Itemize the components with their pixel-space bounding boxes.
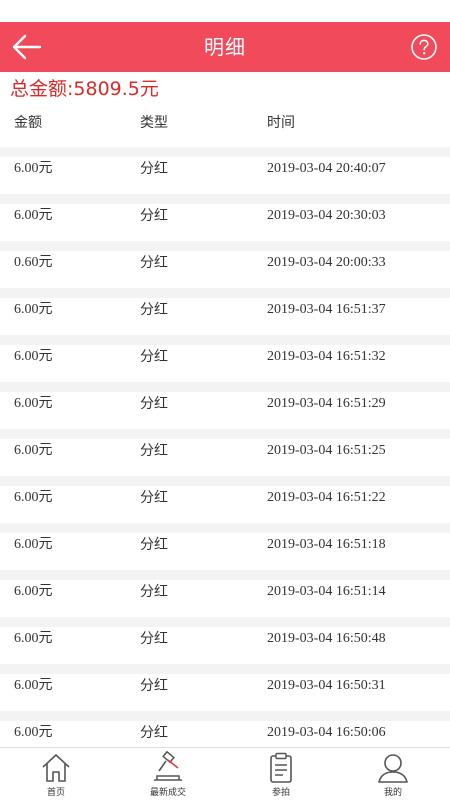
row-time: 2019-03-04 16:50:06: [267, 725, 386, 740]
tab-home[interactable]: 首页: [0, 748, 112, 800]
row-amount: 6.00元: [14, 396, 53, 411]
clipboard-icon: [264, 751, 298, 785]
row-divider: [0, 382, 450, 392]
column-headers: 金额 类型 时间: [0, 110, 450, 136]
tab-home-label: 首页: [46, 788, 65, 798]
list-item: 6.00元 分红 2019-03-04 16:51:14: [0, 570, 450, 617]
row-time: 2019-03-04 20:30:03: [267, 208, 386, 223]
row-type: 分红: [140, 678, 168, 694]
row-divider: [0, 241, 450, 251]
column-header-type: 类型: [140, 115, 168, 131]
page-title: 明细: [204, 35, 246, 59]
row-time: 2019-03-04 16:51:25: [267, 443, 386, 458]
row-time: 2019-03-04 16:51:14: [267, 584, 386, 599]
row-time: 2019-03-04 16:50:31: [267, 678, 386, 693]
row-amount: 6.00元: [14, 584, 53, 599]
row-divider: [0, 570, 450, 580]
row-type: 分红: [140, 631, 168, 647]
tab-latest-deals[interactable]: 最新成交: [112, 748, 224, 800]
row-divider: [0, 194, 450, 204]
detail-screen: 明细 总金额:5809.5元 金额 类型 时间 6.00元 分红 2019-03-0…: [0, 0, 450, 800]
row-type: 分红: [140, 302, 168, 318]
tab-join-auction-label: 参拍: [271, 788, 290, 798]
status-bar: [0, 0, 450, 22]
tab-join-auction[interactable]: 参拍: [225, 748, 337, 800]
list-item: 6.00元 分红 2019-03-04 20:40:07: [0, 147, 450, 194]
row-time: 2019-03-04 20:40:07: [267, 161, 386, 176]
row-divider: [0, 523, 450, 533]
row-type: 分红: [140, 490, 168, 506]
question-circle-icon: [410, 33, 438, 61]
row-amount: 6.00元: [14, 443, 53, 458]
list-item: 6.00元 分红 2019-03-04 16:51:22: [0, 476, 450, 523]
row-type: 分红: [140, 396, 168, 412]
help-button[interactable]: [410, 33, 438, 61]
column-header-time: 时间: [267, 115, 295, 131]
tab-latest-deals-label: 最新成交: [149, 788, 186, 798]
total-amount: 总金额:5809.5元: [10, 78, 159, 100]
row-time: 2019-03-04 20:00:33: [267, 255, 386, 270]
row-type: 分红: [140, 584, 168, 600]
list-item: 0.60元 分红 2019-03-04 20:00:33: [0, 241, 450, 288]
tab-mine-label: 我的: [383, 788, 402, 798]
row-amount: 6.00元: [14, 631, 53, 646]
list-item: 6.00元 分红 2019-03-04 16:51:25: [0, 429, 450, 476]
row-amount: 0.60元: [14, 255, 53, 270]
row-divider: [0, 429, 450, 439]
row-type: 分红: [140, 349, 168, 365]
user-icon: [376, 751, 410, 785]
list-item: 6.00元 分红 2019-03-04 20:30:03: [0, 194, 450, 241]
row-time: 2019-03-04 16:51:22: [267, 490, 386, 505]
row-amount: 6.00元: [14, 161, 53, 176]
row-amount: 6.00元: [14, 302, 53, 317]
row-time: 2019-03-04 16:51:37: [267, 302, 386, 317]
app-header: 明细: [0, 22, 450, 72]
row-divider: [0, 617, 450, 627]
list-item: 6.00元 分红 2019-03-04 16:51:32: [0, 335, 450, 382]
row-divider: [0, 288, 450, 298]
row-type: 分红: [140, 255, 168, 271]
list-item: 6.00元 分红 2019-03-04 16:50:06: [0, 711, 450, 747]
auction-gavel-icon: [151, 751, 185, 785]
home-icon: [39, 751, 73, 785]
column-header-amount: 金额: [14, 115, 42, 131]
bottom-tab-bar: 首页 最新成交 参拍 我的: [0, 747, 450, 800]
row-amount: 6.00元: [14, 349, 53, 364]
list-item: 6.00元 分红 2019-03-04 16:50:48: [0, 617, 450, 664]
row-divider: [0, 711, 450, 721]
list-item: 6.00元 分红 2019-03-04 16:51:29: [0, 382, 450, 429]
row-type: 分红: [140, 725, 168, 741]
row-type: 分红: [140, 537, 168, 553]
row-amount: 6.00元: [14, 208, 53, 223]
row-divider: [0, 476, 450, 486]
list-item: 6.00元 分红 2019-03-04 16:51:18: [0, 523, 450, 570]
row-divider: [0, 147, 450, 157]
row-time: 2019-03-04 16:51:32: [267, 349, 386, 364]
list-item: 6.00元 分红 2019-03-04 16:50:31: [0, 664, 450, 711]
row-amount: 6.00元: [14, 725, 53, 740]
record-list[interactable]: 6.00元 分红 2019-03-04 20:40:07 6.00元 分红 2019-03…: [0, 147, 450, 747]
row-type: 分红: [140, 208, 168, 224]
row-divider: [0, 335, 450, 345]
row-divider: [0, 664, 450, 674]
row-type: 分红: [140, 443, 168, 459]
row-amount: 6.00元: [14, 537, 53, 552]
row-time: 2019-03-04 16:51:29: [267, 396, 386, 411]
row-type: 分红: [140, 161, 168, 177]
row-time: 2019-03-04 16:50:48: [267, 631, 386, 646]
tab-mine[interactable]: 我的: [337, 748, 449, 800]
row-time: 2019-03-04 16:51:18: [267, 537, 386, 552]
row-amount: 6.00元: [14, 490, 53, 505]
list-item: 6.00元 分红 2019-03-04 16:51:37: [0, 288, 450, 335]
row-amount: 6.00元: [14, 678, 53, 693]
